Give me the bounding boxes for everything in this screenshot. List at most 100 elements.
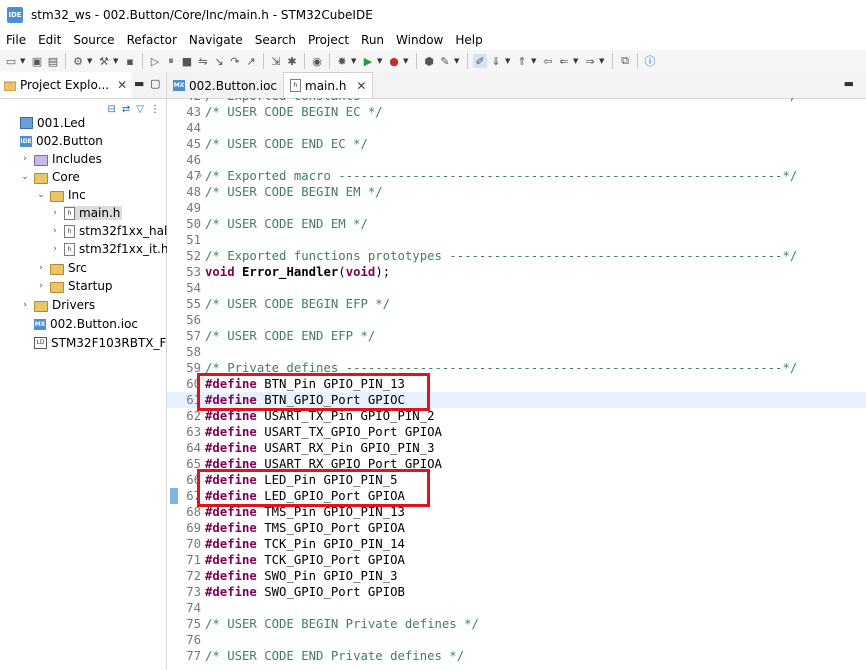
search-dropdown-icon[interactable]: ▼ — [454, 57, 462, 65]
highlight-icon[interactable]: ✐ — [473, 54, 487, 68]
tree-item-inc[interactable]: ⌄ Inc — [36, 186, 86, 204]
next-annotation-icon[interactable]: ⇓ — [489, 54, 503, 68]
menu-refactor[interactable]: Refactor — [121, 30, 183, 50]
menu-project[interactable]: Project — [302, 30, 355, 50]
save-all-icon[interactable]: ▤ — [46, 54, 60, 68]
chevron-right-icon[interactable]: › — [20, 154, 30, 164]
tree-item-includes[interactable]: › Includes — [20, 150, 102, 168]
code-line[interactable]: 64 #define USART_RX_Pin GPIO_PIN_3 — [167, 440, 866, 456]
menu-help[interactable]: Help — [449, 30, 488, 50]
code-line[interactable]: 57 /* USER CODE END EFP */ — [167, 328, 866, 344]
code-line[interactable]: 63 #define USART_TX_GPIO_Port GPIOA — [167, 424, 866, 440]
code-line[interactable]: 48 /* USER CODE BEGIN EM */ — [167, 184, 866, 200]
chevron-right-icon[interactable]: › — [20, 300, 30, 310]
tab-main-h[interactable]: h main.h ✕ — [283, 72, 374, 98]
chevron-right-icon[interactable]: › — [50, 244, 60, 254]
chevron-down-icon[interactable]: ⌄ — [20, 172, 30, 182]
code-line[interactable]: 45 /* USER CODE END EC */ — [167, 136, 866, 152]
code-editor[interactable]: 42⊖/* Exported constants ---------------… — [167, 98, 866, 670]
code-line[interactable]: 53 void Error_Handler(void); — [167, 264, 866, 280]
debug-icon[interactable]: ✸ — [335, 54, 349, 68]
suspend-icon[interactable]: ⏸ — [164, 54, 178, 68]
run-icon[interactable]: ▶ — [361, 54, 375, 68]
code-line[interactable]: 47 ⊖/* Exported macro -------------------… — [167, 168, 866, 184]
run-dropdown-icon[interactable]: ▼ — [377, 57, 385, 65]
open-type-icon[interactable]: ⬢ — [422, 54, 436, 68]
tree-item-src[interactable]: › Src — [36, 259, 87, 277]
build-hammer-icon[interactable]: ⚒ — [97, 54, 111, 68]
code-line[interactable]: 52 /* Exported functions prototypes -----… — [167, 248, 866, 264]
tree-item-startup[interactable]: › Startup — [36, 277, 112, 295]
clean-icon[interactable]: ▪ — [123, 54, 137, 68]
code-line[interactable]: 49 — [167, 200, 866, 216]
menu-search[interactable]: Search — [249, 30, 302, 50]
menu-window[interactable]: Window — [390, 30, 449, 50]
external-tools-icon[interactable]: ● — [387, 54, 401, 68]
link-editor-icon[interactable]: ⇄ — [122, 104, 130, 115]
code-line[interactable]: 76 — [167, 632, 866, 648]
chevron-down-icon[interactable]: ⌄ — [36, 190, 46, 200]
new-dropdown-icon[interactable]: ▼ — [20, 57, 28, 65]
code-line[interactable]: 58 — [167, 344, 866, 360]
info-icon[interactable]: ⓘ — [643, 54, 657, 68]
step-return-icon[interactable]: ↗ — [244, 54, 258, 68]
search-icon[interactable]: ✎ — [438, 54, 452, 68]
forward-dropdown-icon[interactable]: ▼ — [599, 57, 607, 65]
tree-item-it-h[interactable]: › h stm32f1xx_it.h — [50, 240, 168, 258]
code-line[interactable]: 56 — [167, 312, 866, 328]
tree-item-001-led[interactable]: 001.Led — [6, 114, 85, 132]
view-menu-icon[interactable]: ⋮ — [150, 104, 160, 115]
tree-item-002-button[interactable]: IDE 002.Button — [6, 132, 103, 150]
open-perspective-icon[interactable]: ⧉ — [618, 54, 632, 68]
code-line[interactable]: 74 — [167, 600, 866, 616]
skip-icon[interactable]: ⇲ — [269, 54, 283, 68]
maximize-icon[interactable]: ▢ — [150, 77, 160, 90]
back-icon[interactable]: ⇐ — [557, 54, 571, 68]
code-line[interactable]: 50 /* USER CODE END EM */ — [167, 216, 866, 232]
tree-item-hal-conf[interactable]: › h stm32f1xx_hal_c — [50, 222, 180, 240]
code-line[interactable]: 73 #define SWO_GPIO_Port GPIOB — [167, 584, 866, 600]
code-line[interactable]: 43 /* USER CODE BEGIN EC */ — [167, 104, 866, 120]
external-dropdown-icon[interactable]: ▼ — [403, 57, 411, 65]
code-line[interactable]: 70 #define TCK_Pin GPIO_PIN_14 — [167, 536, 866, 552]
gear-dropdown-icon[interactable]: ▼ — [87, 57, 95, 65]
code-line[interactable]: 71 #define TCK_GPIO_Port GPIOA — [167, 552, 866, 568]
code-line[interactable]: 54 — [167, 280, 866, 296]
tree-item-ioc[interactable]: MX 002.Button.ioc — [20, 315, 138, 333]
next-annotation-dropdown-icon[interactable]: ▼ — [505, 57, 513, 65]
menu-navigate[interactable]: Navigate — [183, 30, 249, 50]
collapse-all-icon[interactable]: ⊟ — [108, 104, 116, 115]
menu-file[interactable]: File — [0, 30, 32, 50]
menu-run[interactable]: Run — [355, 30, 390, 50]
resume-icon[interactable]: ▷ — [148, 54, 162, 68]
explorer-tab[interactable]: Project Explo... ✕ — [0, 72, 132, 98]
build-dropdown-icon[interactable]: ▼ — [113, 57, 121, 65]
fold-icon[interactable]: ⊖ — [197, 168, 202, 184]
code-line[interactable]: 77 /* USER CODE END Private defines */ — [167, 648, 866, 664]
step-over-icon[interactable]: ↷ — [228, 54, 242, 68]
prev-annotation-dropdown-icon[interactable]: ▼ — [531, 57, 539, 65]
device-config-icon[interactable]: ◉ — [310, 54, 324, 68]
code-line[interactable]: 55 /* USER CODE BEGIN EFP */ — [167, 296, 866, 312]
chevron-right-icon[interactable]: › — [36, 281, 46, 291]
bug-icon[interactable]: ✱ — [285, 54, 299, 68]
tree-item-core[interactable]: ⌄ Core — [20, 168, 80, 186]
terminate-icon[interactable]: ■ — [180, 54, 194, 68]
tree-item-ld-file[interactable]: LD STM32F103RBTX_FLAS — [20, 334, 189, 352]
menu-source[interactable]: Source — [67, 30, 120, 50]
debug-dropdown-icon[interactable]: ▼ — [351, 57, 359, 65]
close-icon[interactable]: ✕ — [117, 78, 127, 92]
menu-edit[interactable]: Edit — [32, 30, 67, 50]
chevron-right-icon[interactable]: › — [36, 263, 46, 273]
code-line[interactable]: 69 #define TMS_GPIO_Port GPIOA — [167, 520, 866, 536]
tree-item-main-h[interactable]: › h main.h — [50, 204, 123, 222]
save-icon[interactable]: ▣ — [30, 54, 44, 68]
filter-icon[interactable]: ▽ — [136, 104, 144, 115]
step-into-icon[interactable]: ↘ — [212, 54, 226, 68]
tree-item-drivers[interactable]: › Drivers — [20, 296, 95, 314]
minimize-icon[interactable]: ▬ — [844, 77, 854, 90]
code-line[interactable]: 75 /* USER CODE BEGIN Private defines */ — [167, 616, 866, 632]
new-icon[interactable]: ▭ — [4, 54, 18, 68]
code-line[interactable]: 44 — [167, 120, 866, 136]
disconnect-icon[interactable]: ⇋ — [196, 54, 210, 68]
